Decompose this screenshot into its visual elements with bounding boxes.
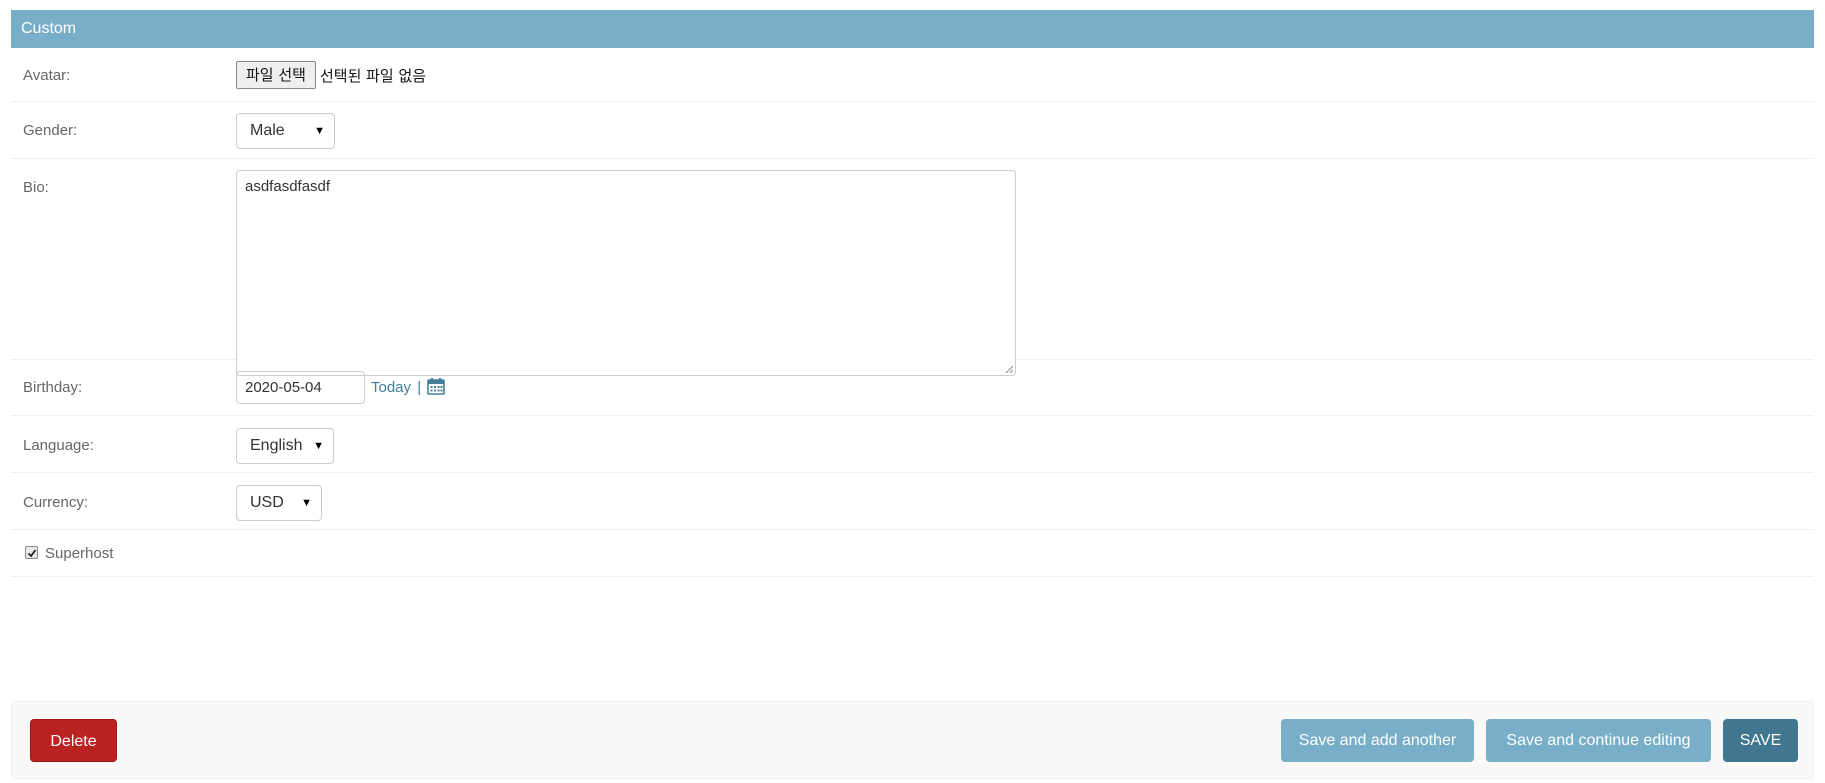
birthday-field: 2020-05-04 Today | <box>236 371 446 404</box>
gender-row: Gender: Male ▼ <box>11 102 1814 159</box>
language-label: Language: <box>23 437 94 454</box>
calendar-icon[interactable] <box>427 377 446 399</box>
save-button[interactable]: SAVE <box>1723 719 1798 762</box>
bio-row: Bio: asdfasdfasdf <box>11 159 1814 376</box>
bio-label: Bio: <box>23 179 49 196</box>
chevron-down-icon: ▼ <box>314 125 325 137</box>
bio-value: asdfasdfasdf <box>245 178 331 195</box>
gender-label: Gender: <box>23 122 78 139</box>
custom-fieldset: Custom Avatar: 파일 선택 선택된 파일 없음 Gender: Ma… <box>11 10 1814 577</box>
avatar-row: Avatar: 파일 선택 선택된 파일 없음 <box>11 48 1814 102</box>
shortcut-separator: | <box>417 378 422 396</box>
birthday-row: Birthday: 2020-05-04 Today | <box>11 360 1814 416</box>
delete-button[interactable]: Delete <box>30 719 117 762</box>
currency-row: Currency: USD ▼ <box>11 473 1814 530</box>
submit-row: Delete Save and add another Save and con… <box>11 701 1814 779</box>
currency-select[interactable]: USD ▼ <box>236 485 322 521</box>
choose-file-button[interactable]: 파일 선택 <box>236 61 316 89</box>
superhost-checkbox[interactable] <box>25 546 38 559</box>
birthday-date-input[interactable]: 2020-05-04 <box>236 371 365 404</box>
fieldset-title: Custom <box>11 10 1814 48</box>
birthday-label: Birthday: <box>23 379 83 396</box>
language-selected-value: English <box>250 437 303 454</box>
avatar-file-input[interactable]: 파일 선택 선택된 파일 없음 <box>236 61 426 89</box>
avatar-label: Avatar: <box>23 67 71 84</box>
bio-textarea[interactable]: asdfasdfasdf <box>236 170 1016 376</box>
today-link[interactable]: Today <box>371 379 411 396</box>
superhost-label[interactable]: Superhost <box>45 545 113 562</box>
chevron-down-icon: ▼ <box>313 440 324 452</box>
language-row: Language: English ▼ <box>11 416 1814 473</box>
checkmark-icon <box>27 549 37 558</box>
gender-selected-value: Male <box>250 122 285 139</box>
file-status-text: 선택된 파일 없음 <box>319 66 427 85</box>
save-and-add-another-button[interactable]: Save and add another <box>1281 719 1474 762</box>
save-and-continue-button[interactable]: Save and continue editing <box>1486 719 1711 762</box>
gender-select[interactable]: Male ▼ <box>236 113 335 149</box>
currency-selected-value: USD <box>250 494 284 511</box>
currency-label: Currency: <box>23 494 89 511</box>
date-shortcuts: Today | <box>371 377 446 399</box>
superhost-row: Superhost <box>11 530 1814 577</box>
language-select[interactable]: English ▼ <box>236 428 334 464</box>
chevron-down-icon: ▼ <box>301 497 312 509</box>
